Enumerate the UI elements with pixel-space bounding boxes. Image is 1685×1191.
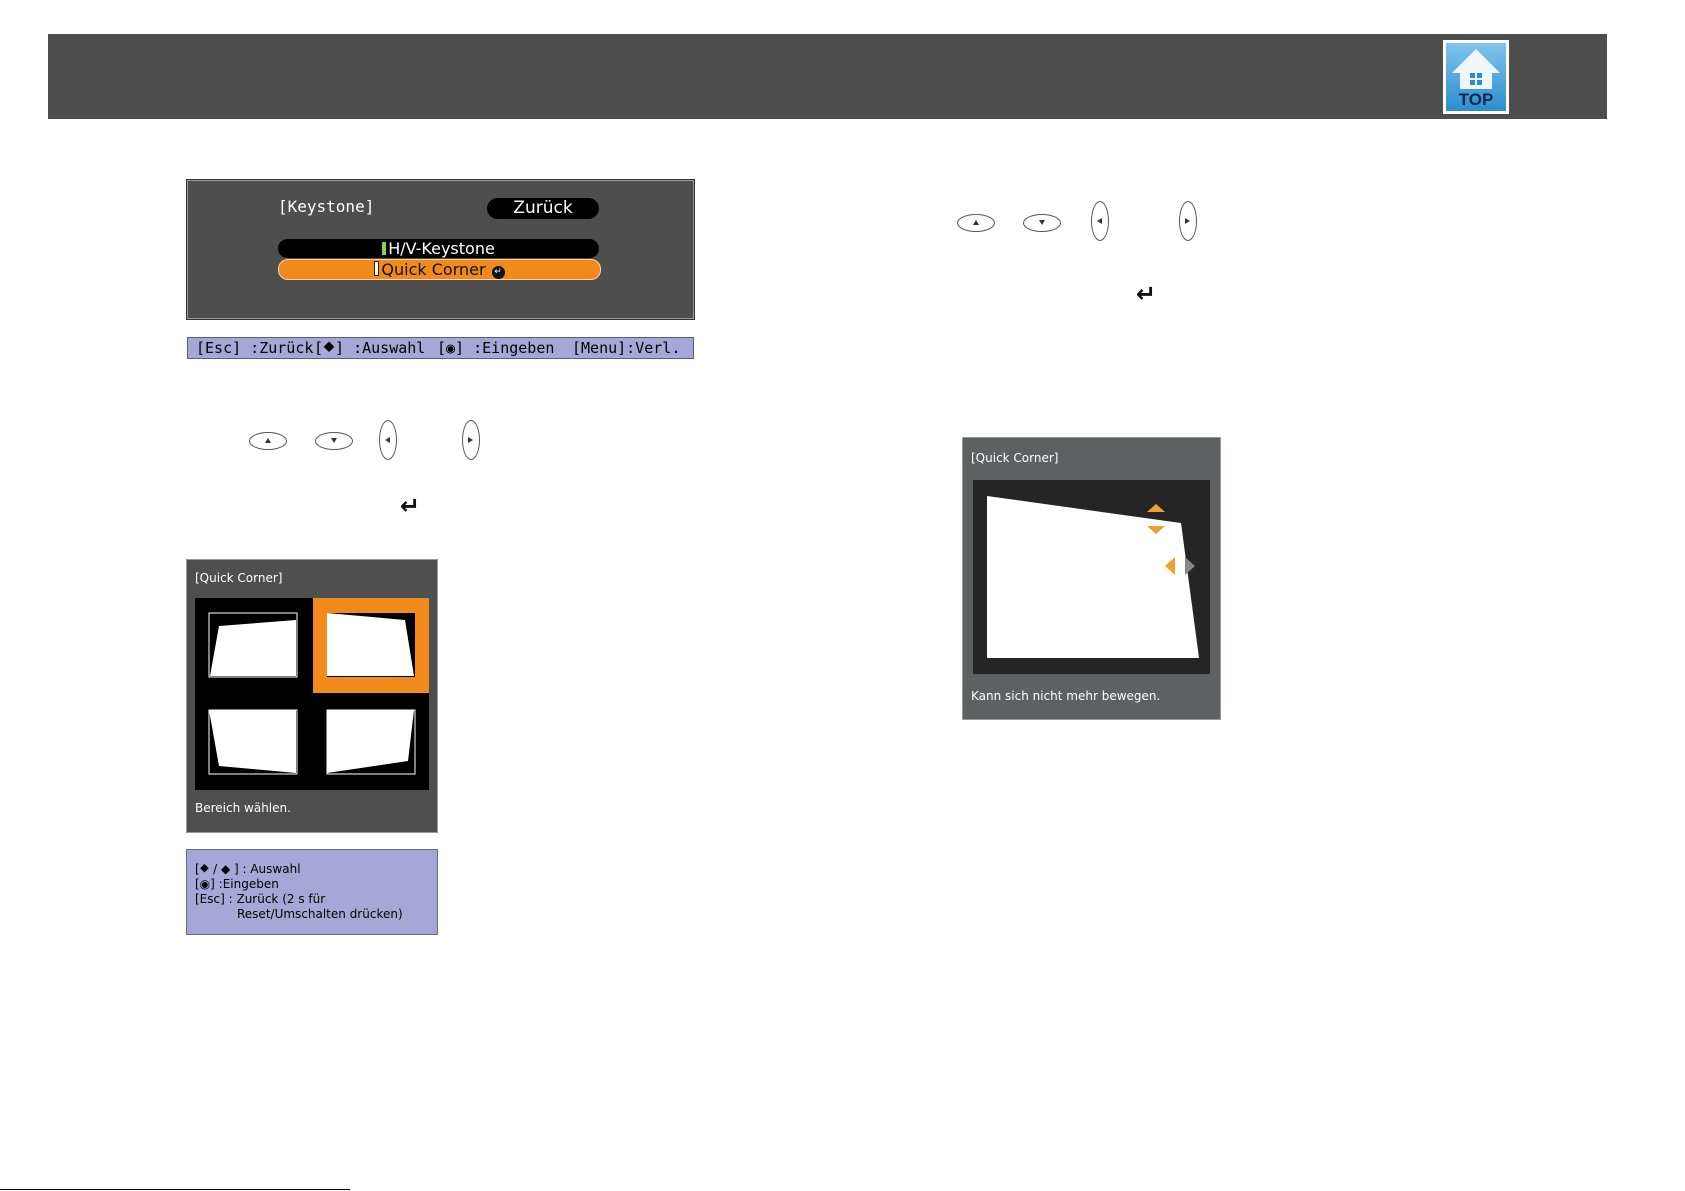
up-button-icon [957,214,995,232]
corner-cell-top-right[interactable] [313,598,429,693]
menu-item-label: Quick Corner [381,260,486,279]
keystone-help-bar: [Esc] :Zurück [⯁] :Auswahl [◉] :Eingeben… [187,337,694,359]
corner-cell-bottom-right[interactable] [313,695,429,790]
help-line: Reset/Umschalten drücken) [237,907,403,921]
corner-cell-top-left[interactable] [195,598,311,693]
quick-corner-help-box: [⯁ / ◆ ] : Auswahl [◉] :Eingeben [Esc] :… [186,849,438,935]
down-button-icon [1023,214,1061,232]
top-logo[interactable]: TOP [1443,40,1509,114]
quick-corner-title: [Quick Corner] [971,451,1059,465]
help-enter: [◉] :Eingeben [437,339,555,357]
help-line: [◉] :Eingeben [195,877,279,891]
help-esc: [Esc] :Zurück [196,339,314,357]
quick-corner-status: Kann sich nicht mehr bewegen. [971,689,1161,703]
level-indicator-icon [374,261,380,276]
corner-grid [195,598,429,790]
footer-rule [0,1189,350,1190]
help-menu: [Menu]:Verl. [572,339,681,357]
help-line: [Esc] : Zurück (2 s für [195,892,326,906]
level-indicator-icon [382,242,387,255]
menu-item-hv-keystone[interactable]: H/V-Keystone [278,239,599,258]
top-logo-text: TOP [1458,90,1494,109]
enter-icon: ↵ [1136,280,1157,308]
corner-cell-bottom-left[interactable] [195,695,311,790]
enter-icon: ↵ [400,492,421,520]
quick-corner-select-panel: [Quick Corner] Bereich wählen. [186,559,438,833]
menu-item-label: H/V-Keystone [388,239,495,258]
keystone-title: [Keystone] [278,197,375,216]
menu-item-quick-corner[interactable]: Quick Corner ↵ [278,259,601,280]
arrow-right-icon [1185,557,1195,575]
quick-corner-status: Bereich wählen. [195,801,291,815]
help-select: [⯁] :Auswahl [314,339,426,357]
up-button-icon [249,432,287,450]
projection-preview [973,480,1210,674]
header-bar [48,34,1607,119]
back-button[interactable]: Zurück [487,198,599,219]
enter-icon: ↵ [491,266,505,279]
down-button-icon [315,432,353,450]
keystone-menu: [Keystone] Zurück H/V-Keystone Quick Cor… [187,180,694,319]
right-button-icon [462,420,480,460]
left-button-icon [1091,201,1109,241]
right-button-icon [1179,201,1197,241]
help-line: [⯁ / ◆ ] : Auswahl [195,862,301,876]
quick-corner-adjust-panel: [Quick Corner] Kann sich nicht mehr bewe… [962,437,1221,720]
left-button-icon [379,420,397,460]
quick-corner-title: [Quick Corner] [195,571,283,585]
arrow-up-icon [1147,504,1165,512]
